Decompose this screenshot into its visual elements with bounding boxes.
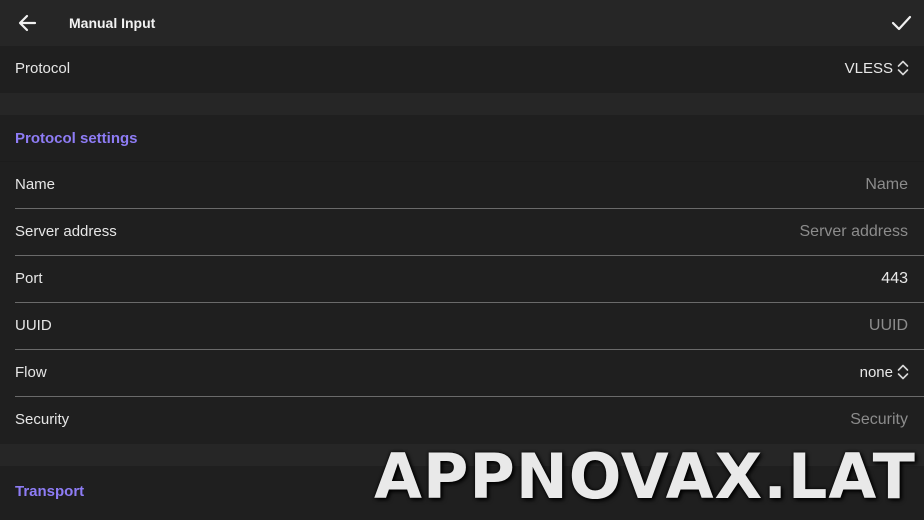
back-arrow-icon[interactable]: [17, 13, 37, 33]
security-label: Security: [15, 411, 70, 428]
name-label: Name: [15, 176, 56, 193]
protocol-label: Protocol: [15, 60, 71, 77]
name-field[interactable]: Name: [865, 176, 908, 194]
flow-row[interactable]: Flow none: [0, 350, 924, 397]
app-bar: Manual Input: [0, 0, 924, 46]
uuid-field[interactable]: UUID: [869, 317, 908, 335]
flow-select[interactable]: none: [860, 363, 909, 381]
name-row[interactable]: Name Name: [0, 162, 924, 209]
section-header: Transport: [15, 483, 85, 500]
server-address-label: Server address: [15, 223, 117, 240]
flow-value: none: [859, 363, 893, 381]
confirm-check-icon[interactable]: [890, 13, 912, 33]
security-row[interactable]: Security Security: [0, 397, 924, 444]
protocol-settings-section: Protocol settings: [0, 115, 924, 161]
port-row[interactable]: Port 443: [0, 256, 924, 303]
uuid-row[interactable]: UUID UUID: [0, 303, 924, 350]
protocol-row[interactable]: Protocol VLESS: [0, 46, 924, 93]
protocol-value: VLESS: [844, 59, 893, 77]
section-header: Protocol settings: [15, 130, 138, 147]
port-field[interactable]: 443: [881, 270, 908, 288]
unfold-chevron-icon: [897, 60, 909, 76]
page-title: Manual Input: [69, 15, 156, 31]
server-address-field[interactable]: Server address: [800, 223, 909, 241]
uuid-label: UUID: [15, 317, 52, 334]
protocol-select[interactable]: VLESS: [845, 59, 909, 77]
unfold-chevron-icon: [897, 364, 909, 380]
security-field[interactable]: Security: [850, 411, 908, 429]
port-label: Port: [15, 270, 43, 287]
watermark-text: APPNOVAX.LAT: [374, 440, 916, 513]
section-gap: [0, 93, 924, 115]
flow-label: Flow: [15, 364, 47, 381]
server-address-row[interactable]: Server address Server address: [0, 209, 924, 256]
